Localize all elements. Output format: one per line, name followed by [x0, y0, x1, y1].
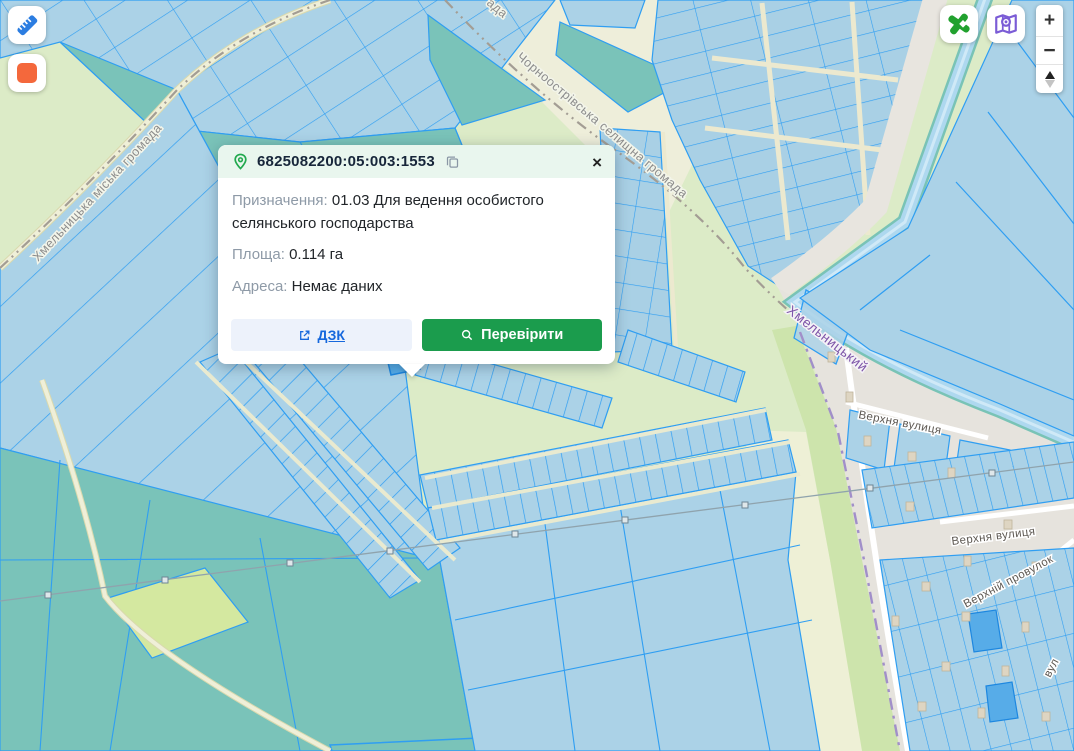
parcel-info-popup: 6825082200:05:003:1553 × Призначення: 01…	[218, 145, 615, 364]
layers-toggle-button[interactable]	[940, 5, 978, 43]
copy-icon[interactable]	[445, 154, 460, 169]
map-stage: Хмельницька міська громада Чорноострівсь…	[0, 0, 1074, 751]
compass-south-icon	[1045, 80, 1055, 88]
compass-north-icon	[1045, 71, 1055, 79]
ruler-icon	[15, 13, 39, 37]
popup-header: 6825082200:05:003:1553 ×	[218, 145, 615, 178]
parcel-id: 6825082200:05:003:1553	[257, 153, 435, 170]
field-area: Площа: 0.114 га	[232, 244, 601, 267]
basemap-button[interactable]	[987, 5, 1025, 43]
green-puzzle-icon	[946, 11, 972, 37]
zoom-out-button[interactable]: −	[1036, 37, 1063, 64]
location-pin-icon	[232, 153, 249, 170]
field-value: 0.114 га	[289, 246, 343, 263]
field-label: Адреса:	[232, 278, 287, 295]
field-address: Адреса: Немає даних	[232, 276, 601, 299]
verify-button[interactable]: Перевірити	[422, 319, 603, 351]
measure-tool-button[interactable]	[8, 6, 46, 44]
draw-rectangle-tool-button[interactable]	[8, 54, 46, 92]
parcel	[560, 0, 645, 28]
zoom-control: + −	[1036, 5, 1063, 93]
compass-reset-button[interactable]	[1036, 65, 1063, 93]
popup-body: Призначення: 01.03 Для ведення особистог…	[218, 178, 615, 311]
orange-square-icon	[17, 63, 37, 83]
field-purpose: Призначення: 01.03 Для ведення особистог…	[232, 190, 601, 235]
field-label: Площа:	[232, 246, 285, 263]
dzk-label: ДЗК	[318, 327, 345, 343]
map-pin-icon	[993, 11, 1019, 37]
search-icon	[460, 328, 474, 342]
dzk-link-button[interactable]: ДЗК	[231, 319, 412, 351]
field-label: Призначення:	[232, 192, 328, 209]
verify-label: Перевірити	[481, 327, 563, 343]
popup-close-button[interactable]: ×	[589, 151, 605, 174]
popup-actions: ДЗК Перевірити	[218, 311, 615, 364]
zoom-in-button[interactable]: +	[1036, 5, 1063, 36]
popup-pointer	[399, 364, 425, 377]
field-value: Немає даних	[292, 278, 383, 295]
map-canvas[interactable]: Хмельницька міська громада Чорноострівсь…	[0, 0, 1074, 751]
external-link-icon	[298, 329, 311, 342]
